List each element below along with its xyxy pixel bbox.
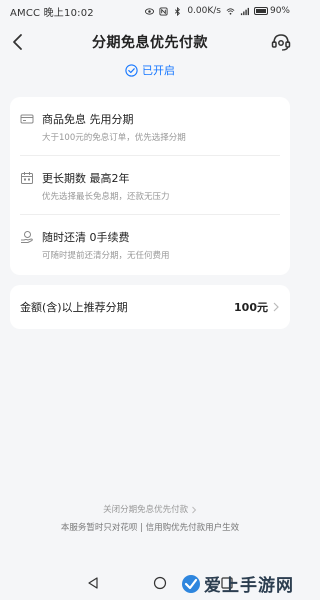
- carrier-time: AMCC 晚上10:02: [10, 7, 94, 19]
- status-indicators: 0.00K/s 90%: [145, 6, 290, 16]
- benefit-item: 随时还清 0手续费 可随时提前还清分期，无任何费用: [20, 215, 280, 274]
- signal-icon: [240, 7, 249, 15]
- benefit-item: 商品免息 先用分期 大于100元的免息订单，优先选择分期: [20, 97, 280, 156]
- benefit-title: 更长期数 最高2年: [42, 172, 130, 185]
- check-circle-icon: [125, 63, 138, 77]
- card-icon: [20, 114, 34, 124]
- nav-home-icon[interactable]: [153, 576, 167, 590]
- benefit-desc: 大于100元的免息订单，优先选择分期: [42, 133, 186, 143]
- battery-level: 90%: [269, 6, 290, 16]
- nfc-icon: [159, 6, 168, 16]
- status-bar: AMCC 晚上10:02 0.00K/s 90%: [0, 0, 300, 22]
- amount-label: 金额(含)以上推荐分期: [20, 301, 128, 314]
- benefit-desc: 优先选择最长免息期，还款无压力: [42, 192, 170, 202]
- benefit-title: 商品免息 先用分期: [42, 113, 134, 126]
- benefits-card: 商品免息 先用分期 大于100元的免息订单，优先选择分期 更长期数 最高2年 优…: [10, 97, 290, 275]
- wifi-icon: [226, 7, 235, 15]
- benefit-item: 更长期数 最高2年 优先选择最长免息期，还款无压力: [20, 156, 280, 215]
- watermark: 爱上手游网: [181, 571, 294, 596]
- close-service-link[interactable]: 关闭分期免息优先付款: [0, 503, 300, 515]
- back-arrow-icon[interactable]: [8, 32, 28, 52]
- page-title: 分期免息优先付款: [92, 35, 208, 51]
- hand-coin-icon: [21, 231, 33, 243]
- benefit-title: 随时还清 0手续费: [42, 231, 130, 244]
- nav-bar: 分期免息优先付款: [0, 22, 300, 62]
- customer-service-icon[interactable]: [270, 31, 292, 53]
- amount-threshold-row[interactable]: 金额(含)以上推荐分期 100元: [10, 285, 290, 329]
- watermark-text: 爱上手游网: [204, 576, 294, 596]
- amount-value: 100元: [234, 301, 268, 314]
- battery-indicator: 90%: [253, 6, 290, 16]
- close-service-label: 关闭分期免息优先付款: [103, 505, 189, 515]
- enabled-status: 已开启: [0, 62, 300, 78]
- benefit-desc: 可随时提前还清分期，无任何费用: [42, 251, 170, 261]
- network-speed: 0.00K/s: [187, 6, 221, 16]
- nav-back-icon[interactable]: [86, 576, 100, 590]
- bluetooth-icon: [175, 6, 181, 16]
- watermark-logo-icon: [182, 574, 200, 593]
- amount-value-group: 100元: [234, 299, 280, 315]
- status-label: 已开启: [142, 64, 175, 77]
- service-notice: 本服务暂时只对花呗 | 信用购优先付款用户生效: [60, 523, 240, 533]
- chevron-right-icon: [192, 506, 197, 513]
- battery-icon: [253, 7, 268, 15]
- eye-icon: [145, 7, 155, 15]
- calendar-icon: [21, 172, 33, 184]
- chevron-right-icon: [273, 302, 279, 312]
